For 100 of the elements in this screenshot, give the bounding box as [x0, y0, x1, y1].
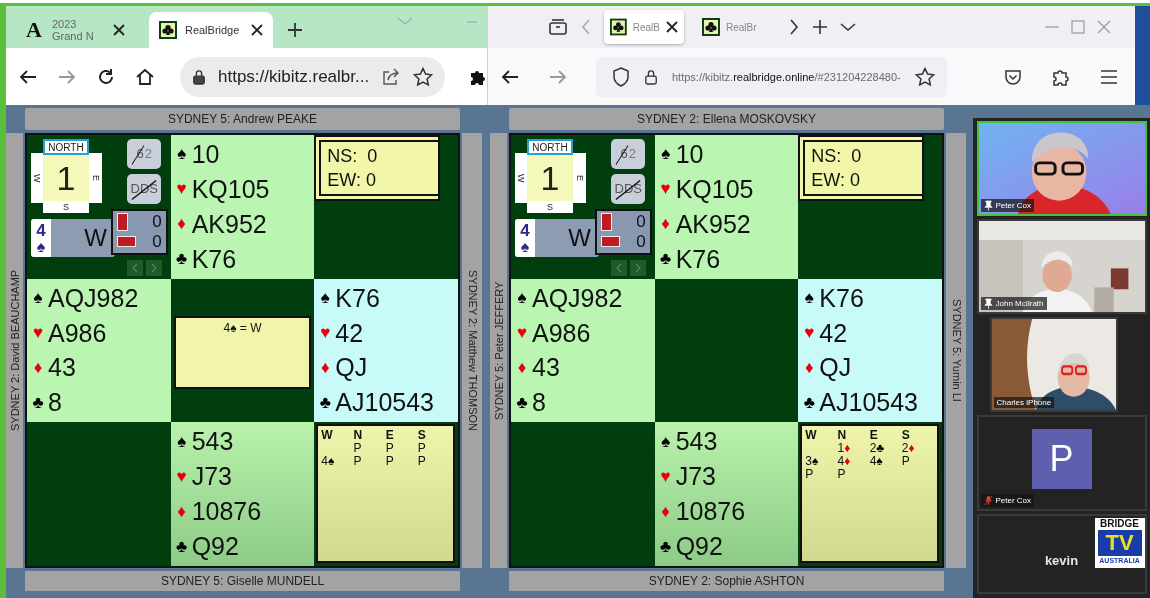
card-holding: A986 — [532, 318, 591, 348]
avatar-initial: P — [1031, 429, 1092, 489]
close-tab-icon[interactable] — [251, 24, 263, 36]
star-icon[interactable] — [914, 66, 935, 87]
seat-heading: W — [321, 428, 334, 442]
declarer: W — [83, 224, 108, 252]
contract-level: 4 — [520, 221, 530, 239]
bid-call: 3♠ — [805, 454, 819, 469]
card-holding: AK952 — [675, 209, 751, 239]
suit-symbol: ♦ — [176, 501, 187, 522]
scroll-right-icon[interactable] — [788, 17, 800, 37]
suit-symbol: ♠ — [516, 288, 528, 309]
previous-icon[interactable] — [610, 259, 627, 276]
trick-count: 0 — [636, 231, 646, 252]
card-holding: 42 — [819, 318, 848, 348]
tab-title: 2023 Grand N — [52, 18, 95, 42]
lock-icon[interactable] — [644, 68, 658, 85]
suit-symbol: ♣ — [659, 536, 673, 557]
card-holding: AJ10543 — [819, 388, 919, 418]
card-holding: 10876 — [675, 497, 746, 527]
card-holding: 10 — [675, 139, 704, 169]
participant-name: kevin — [1044, 553, 1079, 568]
lock-icon[interactable] — [192, 68, 206, 85]
card-holding: J73 — [675, 462, 716, 492]
browser-tab[interactable]: RealBridge — [148, 12, 273, 48]
bid-call: 4♦ — [837, 454, 851, 469]
bid-call: 4♠ — [321, 454, 335, 469]
seat-heading: W — [805, 428, 818, 442]
refresh-icon[interactable] — [96, 66, 116, 87]
close-tab-icon[interactable] — [112, 24, 125, 36]
new-tab-icon[interactable] — [812, 19, 828, 35]
card-holding: A986 — [48, 318, 107, 348]
chevron-down-icon[interactable] — [840, 22, 856, 32]
next-icon[interactable] — [629, 259, 646, 276]
seat-heading: N — [837, 428, 848, 442]
suit-symbol: ♥ — [803, 323, 816, 343]
seat-label: W — [31, 153, 43, 203]
seat-label: S — [527, 201, 573, 213]
shield-icon[interactable] — [612, 66, 630, 87]
suit-symbol: ♣ — [515, 392, 529, 413]
bid-call: P — [417, 441, 426, 456]
url-text: https://kibitz.realbr... — [218, 66, 370, 87]
suit-symbol: ♠ — [660, 431, 672, 452]
suit-symbol: ♠ — [319, 288, 331, 309]
card-holding: K76 — [335, 283, 380, 313]
suit-symbol: ♦ — [320, 357, 331, 378]
player-name-bar: SYDNEY 5: Andrew PEAKE — [25, 108, 460, 130]
declarer: W — [567, 224, 592, 252]
participant-label: Peter Cox — [980, 494, 1035, 507]
bid-call: P — [353, 441, 362, 456]
seat-heading: S — [417, 428, 427, 442]
suit-symbol: ♣ — [175, 249, 189, 270]
contract-suit: ♠ — [520, 238, 530, 255]
next-icon[interactable] — [145, 259, 162, 276]
card-holding: 543 — [191, 427, 234, 457]
club-icon — [702, 18, 720, 36]
player-name-bar: SYDNEY 5: Giselle MUNDELL — [25, 571, 460, 591]
card-holding: Q92 — [675, 532, 723, 561]
suit-symbol: ♣ — [318, 392, 332, 413]
card-holding: AQJ982 — [532, 283, 623, 313]
trick-count: 0 — [152, 231, 162, 252]
previous-icon[interactable] — [126, 259, 143, 276]
suit-symbol: ♦ — [516, 357, 528, 378]
card-holding: 10 — [191, 139, 220, 169]
player-name-bar: SYDNEY 2: Matthew THOMSON — [462, 133, 482, 568]
participant-label: Charles iPhone — [993, 397, 1055, 408]
seat-label: NORTH — [527, 139, 573, 155]
browser-tab[interactable]: RealBr — [696, 10, 776, 44]
star-icon[interactable] — [413, 66, 434, 87]
favicon-letter: A — [26, 17, 43, 43]
club-icon — [158, 21, 177, 39]
tab-overview-icon[interactable] — [548, 17, 568, 37]
suit-symbol: ♦ — [660, 214, 671, 235]
pin-icon — [983, 298, 993, 309]
seat-label: E — [89, 153, 102, 203]
suit-symbol: ♠ — [803, 288, 815, 309]
player-name-bar: SYDNEY 5: Yumin LI — [946, 133, 966, 568]
contract-suit: ♠ — [36, 238, 46, 255]
address-bar[interactable]: https://kibitz.realbridge.online/#231204228480- — [596, 56, 947, 97]
player-name-bar: SYDNEY 2: Sophie ASHTON — [509, 571, 944, 591]
browser-tab[interactable]: RealB — [604, 10, 684, 44]
suit-symbol: ♣ — [31, 392, 45, 413]
muted-microphone-icon — [983, 495, 993, 506]
card-holding: 42 — [335, 318, 364, 348]
close-tab-icon[interactable] — [666, 21, 678, 33]
home-icon[interactable] — [135, 66, 155, 87]
suit-symbol: ♣ — [802, 392, 816, 413]
suit-symbol: ♥ — [31, 323, 45, 343]
new-tab-icon[interactable] — [287, 22, 303, 38]
trick-icon — [601, 212, 612, 231]
board-number: 1 — [43, 155, 89, 201]
bid-call: P — [353, 454, 362, 469]
card-holding: 10876 — [191, 497, 262, 527]
address-bar[interactable]: https://kibitz.realbr... — [180, 56, 446, 97]
bid-call: P — [901, 454, 910, 469]
suit-symbol: ♥ — [319, 323, 332, 343]
card-holding: AK952 — [191, 209, 267, 239]
card-holding: 8 — [532, 388, 546, 418]
bid-call: P — [385, 441, 394, 456]
card-holding: QJ — [335, 353, 368, 383]
